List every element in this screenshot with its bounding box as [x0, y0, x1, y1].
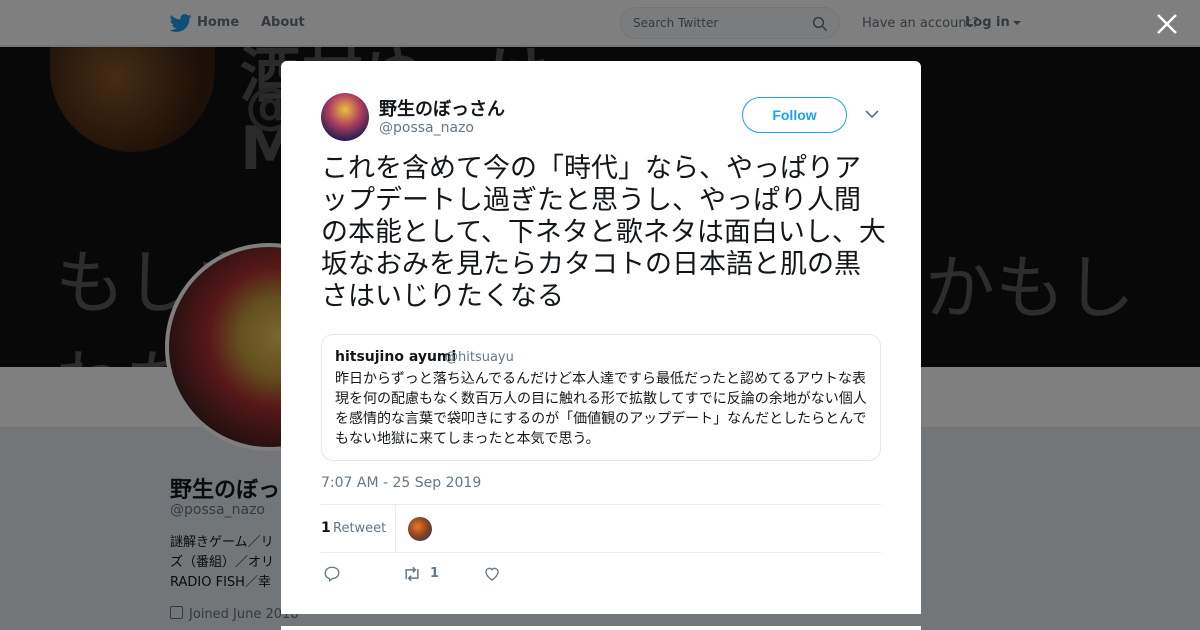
author-handle[interactable]: @possa_nazo [379, 120, 474, 136]
retweet-label[interactable]: Retweet [333, 521, 386, 536]
tweet-text: これを含めて今の「時代」なら、やっぱりアップデートし過ぎたと思うし、やっぱり人間… [321, 153, 886, 312]
close-icon[interactable] [1155, 12, 1179, 36]
retweet-icon[interactable] [402, 565, 422, 583]
divider [395, 505, 396, 552]
author-name[interactable]: 野生のぼっさん [379, 95, 505, 121]
follow-button[interactable]: Follow [742, 97, 847, 133]
retweeter-avatar[interactable] [408, 517, 432, 541]
quoted-author-handle: @hitsuayu [445, 350, 514, 365]
tweet-timestamp[interactable]: 7:07 AM - 25 Sep 2019 [321, 475, 481, 491]
author-avatar[interactable] [321, 93, 369, 141]
heart-icon[interactable] [483, 565, 501, 583]
quoted-tweet[interactable]: hitsujino ayumi @hitsuayu 昨日からずっと落ち込んでるん… [321, 334, 881, 461]
next-modal-edge [281, 626, 921, 630]
chevron-down-icon[interactable] [865, 109, 879, 119]
retweet-action-count: 1 [430, 566, 440, 581]
tweet-modal: 野生のぼっさん @possa_nazo Follow これを含めて今の「時代」な… [281, 61, 921, 614]
quoted-tweet-text: 昨日からずっと落ち込んでるんだけど本人達ですら最低だったと認めてるアウトな表現を… [335, 371, 867, 447]
divider [321, 552, 881, 553]
retweet-count[interactable]: 1 [321, 520, 331, 536]
reply-icon[interactable] [323, 565, 341, 583]
quoted-author-name: hitsujino ayumi [335, 349, 457, 365]
divider [321, 504, 881, 505]
